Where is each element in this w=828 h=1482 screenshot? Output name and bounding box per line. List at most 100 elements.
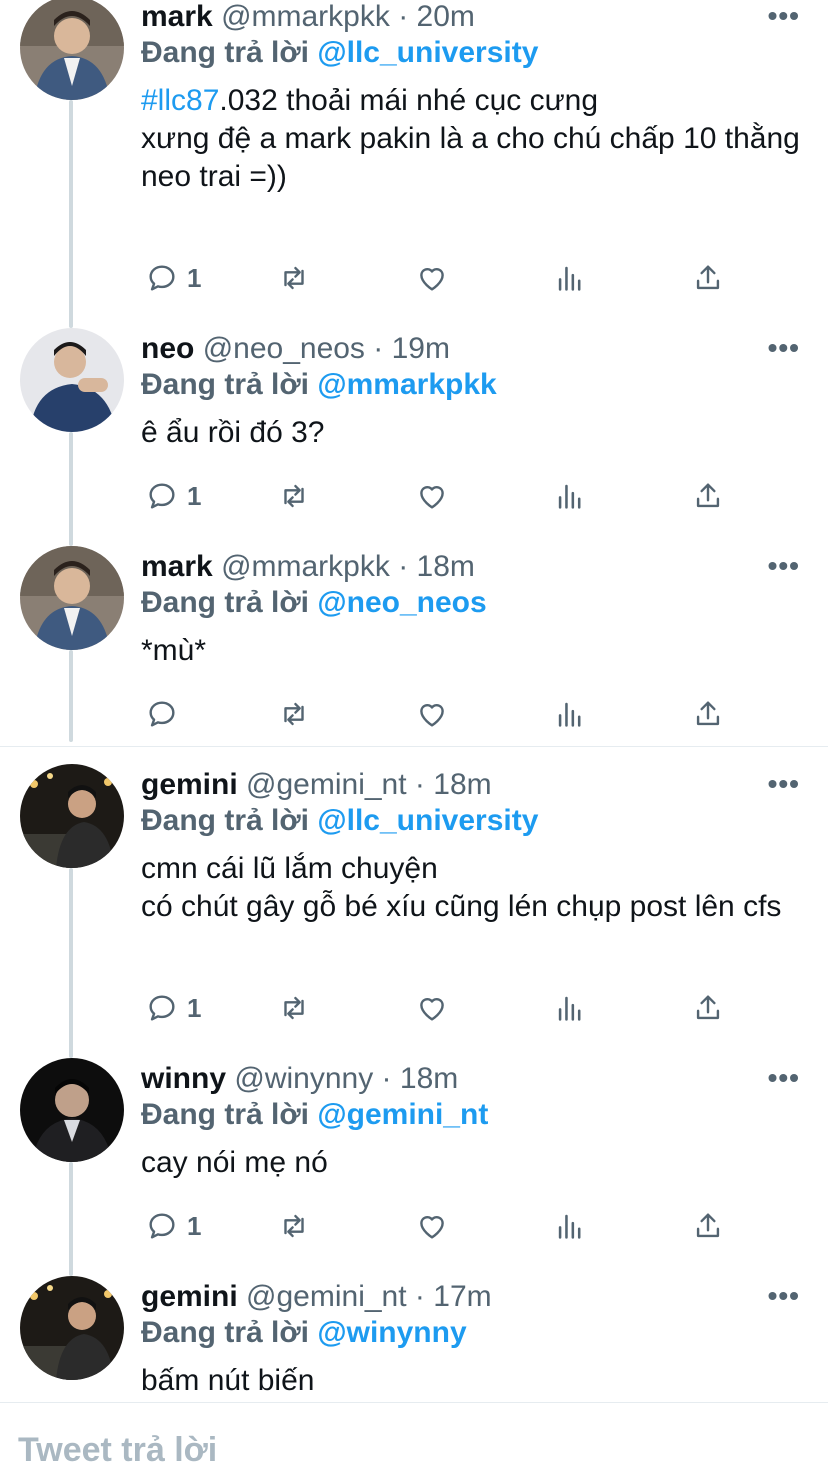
- action-bar: 1: [141, 1206, 741, 1246]
- retweet-button[interactable]: [277, 694, 311, 734]
- analytics-button[interactable]: [553, 694, 587, 734]
- like-button[interactable]: [415, 988, 449, 1028]
- tweet-header: neo @neo_neos · 19m: [141, 332, 810, 366]
- more-icon[interactable]: •••: [768, 334, 800, 362]
- avatar[interactable]: [20, 1276, 124, 1380]
- retweet-button[interactable]: [277, 258, 311, 298]
- analytics-button[interactable]: [553, 988, 587, 1028]
- separator-dot: ·: [373, 332, 384, 365]
- timestamp[interactable]: 18m: [400, 1062, 458, 1095]
- thread-divider: [0, 746, 828, 747]
- tweet[interactable]: mark @mmarkpkk · 20m Đang trả lời @llc_u…: [0, 0, 828, 330]
- timestamp[interactable]: 19m: [392, 332, 450, 365]
- tweet[interactable]: winny @winynny · 18m Đang trả lời @gemin…: [0, 1058, 828, 1276]
- display-name[interactable]: mark: [141, 0, 213, 33]
- share-button[interactable]: [691, 1206, 725, 1246]
- more-icon[interactable]: •••: [768, 1064, 800, 1092]
- reply-button[interactable]: [145, 694, 187, 734]
- retweet-button[interactable]: [277, 988, 311, 1028]
- reply-mention-link[interactable]: @winynny: [317, 1316, 466, 1349]
- more-icon[interactable]: •••: [768, 2, 800, 30]
- user-handle[interactable]: @mmarkpkk: [221, 550, 390, 583]
- tweet[interactable]: mark @mmarkpkk · 18m Đang trả lời @neo_n…: [0, 546, 828, 746]
- retweet-button[interactable]: [277, 476, 311, 516]
- reply-mention-link[interactable]: @gemini_nt: [317, 1098, 488, 1131]
- like-button[interactable]: [415, 1206, 449, 1246]
- hashtag-link[interactable]: #llc87: [141, 84, 219, 117]
- tweet[interactable]: neo @neo_neos · 19m Đang trả lời @mmarkp…: [0, 328, 828, 546]
- timestamp[interactable]: 17m: [433, 1280, 491, 1313]
- more-icon[interactable]: •••: [768, 552, 800, 580]
- reply-count: 1: [187, 262, 202, 293]
- like-button[interactable]: [415, 694, 449, 734]
- reply-compose-input[interactable]: Tweet trả lời: [18, 1431, 217, 1470]
- reply-compose-bar[interactable]: Tweet trả lời: [0, 1402, 828, 1482]
- display-name[interactable]: gemini: [141, 768, 238, 801]
- timestamp[interactable]: 18m: [433, 768, 491, 801]
- reply-icon: [149, 995, 175, 1021]
- user-handle[interactable]: @winynny: [234, 1062, 373, 1095]
- avatar[interactable]: [20, 1058, 124, 1162]
- more-icon[interactable]: •••: [768, 1282, 800, 1310]
- reply-button[interactable]: 1: [145, 988, 201, 1028]
- tweet-text: #llc87.032 thoải mái nhé cục cưng xưng đ…: [141, 82, 810, 196]
- analytics-button[interactable]: [553, 1206, 587, 1246]
- avatar[interactable]: [20, 546, 124, 650]
- display-name[interactable]: gemini: [141, 1280, 238, 1313]
- heart-icon: [420, 268, 444, 291]
- reply-mention-link[interactable]: @llc_university: [317, 804, 538, 837]
- retweet-icon: [284, 702, 304, 726]
- share-icon: [696, 483, 720, 508]
- reply-mention-link[interactable]: @llc_university: [317, 36, 538, 69]
- separator-dot: ·: [414, 768, 425, 801]
- share-icon: [696, 265, 720, 290]
- retweet-button[interactable]: [277, 1206, 311, 1246]
- avatar[interactable]: [20, 328, 124, 432]
- separator-dot: ·: [414, 1280, 425, 1313]
- reply-count: 1: [187, 480, 202, 511]
- like-button[interactable]: [415, 258, 449, 298]
- separator-dot: ·: [381, 1062, 392, 1095]
- share-button[interactable]: [691, 988, 725, 1028]
- analytics-icon: [558, 484, 581, 509]
- reply-button[interactable]: 1: [145, 476, 201, 516]
- timestamp[interactable]: 18m: [417, 550, 475, 583]
- reply-icon: [149, 483, 175, 509]
- separator-dot: ·: [398, 550, 409, 583]
- tweet[interactable]: gemini @gemini_nt · 18m Đang trả lời @ll…: [0, 764, 828, 1058]
- display-name[interactable]: winny: [141, 1062, 226, 1095]
- analytics-button[interactable]: [553, 476, 587, 516]
- share-button[interactable]: [691, 476, 725, 516]
- reply-context: Đang trả lời @llc_university: [141, 34, 810, 72]
- reply-mention-link[interactable]: @mmarkpkk: [317, 368, 496, 401]
- analytics-button[interactable]: [553, 258, 587, 298]
- timestamp[interactable]: 20m: [417, 0, 475, 33]
- more-icon[interactable]: •••: [768, 770, 800, 798]
- reply-mention-link[interactable]: @neo_neos: [317, 586, 486, 619]
- user-handle[interactable]: @gemini_nt: [246, 1280, 407, 1313]
- like-button[interactable]: [415, 476, 449, 516]
- retweet-icon: [284, 484, 304, 508]
- tweet-header: mark @mmarkpkk · 20m: [141, 0, 810, 34]
- share-button[interactable]: [691, 694, 725, 734]
- share-icon: [696, 995, 720, 1020]
- reply-button[interactable]: 1: [145, 1206, 201, 1246]
- action-bar: 1: [141, 476, 741, 516]
- share-button[interactable]: [691, 258, 725, 298]
- display-name[interactable]: mark: [141, 550, 213, 583]
- display-name[interactable]: neo: [141, 332, 194, 365]
- tweet[interactable]: gemini @gemini_nt · 17m Đang trả lời @wi…: [0, 1276, 828, 1402]
- reply-prefix: Đang trả lời: [141, 1316, 310, 1349]
- user-handle[interactable]: @mmarkpkk: [221, 0, 390, 33]
- user-handle[interactable]: @neo_neos: [203, 332, 365, 365]
- user-handle[interactable]: @gemini_nt: [246, 768, 407, 801]
- analytics-icon: [558, 702, 581, 727]
- reply-button[interactable]: 1: [145, 258, 201, 298]
- reply-context: Đang trả lời @mmarkpkk: [141, 366, 810, 404]
- avatar[interactable]: [20, 0, 124, 100]
- action-bar: 1: [141, 988, 741, 1028]
- avatar[interactable]: [20, 764, 124, 868]
- analytics-icon: [558, 266, 581, 291]
- heart-icon: [420, 486, 444, 509]
- tweet-text: cmn cái lũ lắm chuyện có chút gây gỗ bé …: [141, 852, 782, 923]
